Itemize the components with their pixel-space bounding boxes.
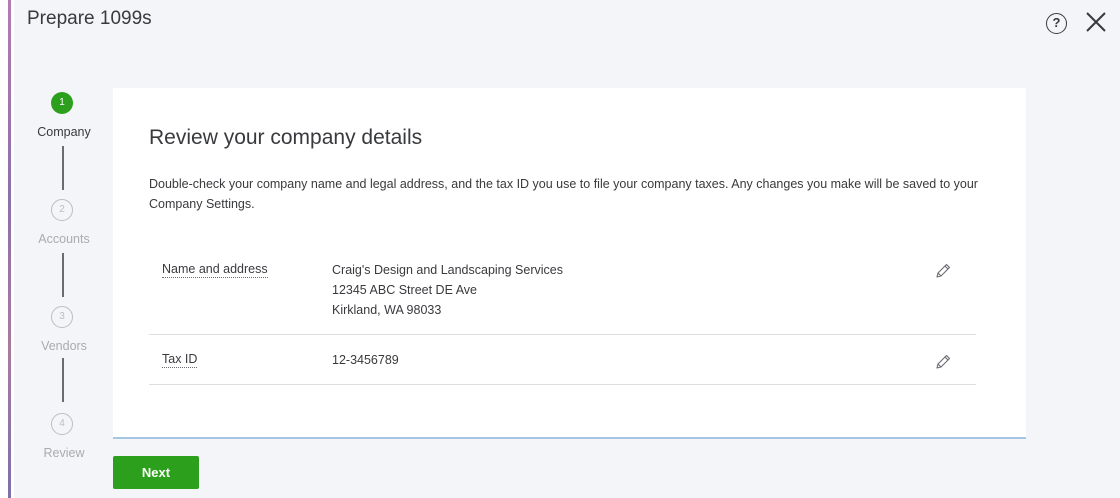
step-label: Vendors (41, 339, 87, 353)
window-left-edge (0, 0, 14, 498)
card-title: Review your company details (149, 126, 423, 149)
name-address-value: Craig's Design and Landscaping Services … (332, 260, 563, 320)
name-address-row: Name and address Craig's Design and Land… (149, 260, 976, 330)
progress-stepper: 1 Company 2 Accounts 3 Vendors 4 Review (14, 88, 114, 468)
street-address: 12345 ABC Street DE Ave (332, 283, 478, 297)
city-state-zip: Kirkland, WA 98033 (332, 303, 442, 317)
step-number-badge: 1 (51, 92, 73, 114)
edit-name-address-pencil-icon[interactable] (934, 262, 952, 280)
tax-id-row: Tax ID 12-3456789 (149, 350, 976, 376)
next-button[interactable]: Next (113, 456, 199, 489)
step-connector (62, 253, 64, 297)
close-icon[interactable] (1083, 9, 1109, 35)
step-number-badge: 4 (51, 413, 73, 435)
page-title: Prepare 1099s (27, 8, 152, 29)
step-connector (62, 358, 64, 402)
tax-id-value: 12-3456789 (332, 353, 399, 367)
name-address-label[interactable]: Name and address (162, 262, 268, 278)
step-number-badge: 3 (51, 306, 73, 328)
step-label: Review (43, 446, 85, 460)
step-number-badge: 2 (51, 199, 73, 221)
edit-tax-id-pencil-icon[interactable] (934, 353, 952, 371)
company-name: Craig's Design and Landscaping Services (332, 263, 563, 277)
company-details-card: Review your company details Double-check… (113, 88, 1026, 437)
card-bottom-border (113, 437, 1026, 439)
card-description: Double-check your company name and legal… (149, 177, 978, 211)
tax-id-label[interactable]: Tax ID (162, 352, 198, 368)
step-connector (62, 146, 64, 190)
window-edge-stripe (8, 0, 11, 498)
row-divider (149, 334, 976, 335)
row-divider (149, 384, 976, 385)
step-label: Accounts (38, 232, 90, 246)
help-icon[interactable]: ? (1046, 13, 1067, 34)
step-label: Company (37, 125, 91, 139)
